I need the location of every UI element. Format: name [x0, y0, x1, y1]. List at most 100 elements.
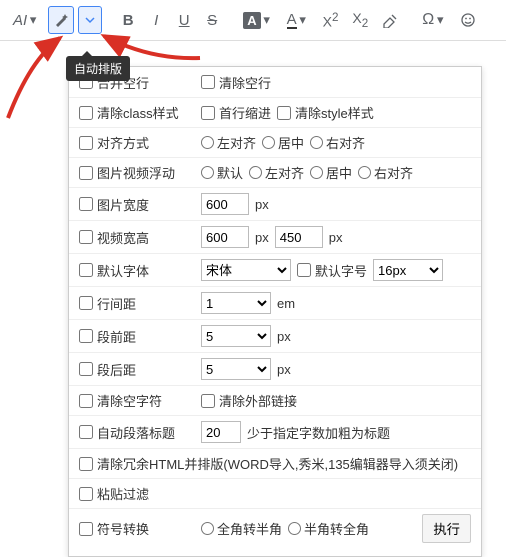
label: 清除冗余HTML并排版(WORD导入,秀米,135编辑器导入须关闭): [97, 454, 458, 473]
input-auto-heading[interactable]: [201, 421, 241, 443]
label: 全角转半角: [217, 519, 282, 538]
unit-px: px: [255, 230, 269, 245]
chevron-down-icon: ▾: [27, 12, 39, 28]
chk-clear-style[interactable]: 清除style样式: [277, 103, 374, 122]
input-img-width[interactable]: [201, 193, 249, 215]
font-color-icon: A: [287, 11, 297, 29]
emoji-button[interactable]: [455, 6, 481, 34]
label: 默认: [217, 163, 243, 182]
chk-clear-ext-link[interactable]: 清除外部链接: [201, 391, 297, 410]
label: 粘贴过滤: [97, 484, 149, 503]
subscript-icon: X2: [352, 10, 368, 30]
superscript-button[interactable]: X2: [318, 6, 344, 34]
clear-format-button[interactable]: [377, 6, 403, 34]
chk-auto-heading[interactable]: 自动段落标题: [79, 423, 183, 442]
strike-button[interactable]: S: [200, 6, 224, 34]
rad-align-right[interactable]: 右对齐: [310, 133, 365, 152]
rad-align-left[interactable]: 左对齐: [201, 133, 256, 152]
label: 清除空字符: [97, 391, 162, 410]
symbol-button[interactable]: Ω▾: [417, 6, 451, 34]
chevron-down-icon: ▾: [434, 12, 446, 28]
superscript-icon: X2: [323, 11, 339, 30]
ai-label: AI: [13, 12, 27, 29]
auto-format-panel: 合并空行 清除空行 清除class样式 首行缩进 清除style样式 对齐方式 …: [68, 66, 482, 557]
label: 右对齐: [326, 133, 365, 152]
input-video-h[interactable]: [275, 226, 323, 248]
execute-button[interactable]: 执行: [422, 514, 471, 543]
chk-video-wh[interactable]: 视频宽高: [79, 228, 183, 247]
rad-half2full[interactable]: 半角转全角: [288, 519, 369, 538]
editor-toolbar: AI▾ B I U S A▾ A▾ X2 X2 Ω▾: [0, 0, 506, 41]
rad-float-right[interactable]: 右对齐: [358, 163, 413, 182]
underline-icon: U: [179, 12, 190, 29]
row-clear-char-link: 清除空字符 清除外部链接: [69, 385, 481, 415]
ai-button[interactable]: AI▾: [8, 6, 44, 34]
chk-p-after[interactable]: 段后距: [79, 360, 183, 379]
italic-button[interactable]: I: [144, 6, 168, 34]
label: 清除class样式: [97, 103, 179, 122]
unit-px: px: [277, 329, 291, 344]
subscript-button[interactable]: X2: [347, 6, 373, 34]
chk-def-font[interactable]: 默认字体: [79, 261, 183, 280]
label: 右对齐: [374, 163, 413, 182]
auto-heading-hint: 少于指定字数加粗为标题: [247, 423, 390, 442]
chevron-down-icon: [85, 15, 95, 25]
font-color-button[interactable]: A▾: [282, 6, 314, 34]
chk-line-height[interactable]: 行间距: [79, 294, 183, 313]
chk-clear-empty[interactable]: 清除空行: [201, 73, 271, 92]
chk-clean-html[interactable]: 清除冗余HTML并排版(WORD导入,秀米,135编辑器导入须关闭): [79, 454, 458, 473]
label: 清除style样式: [295, 103, 374, 122]
bold-button[interactable]: B: [116, 6, 140, 34]
label: 视频宽高: [97, 228, 149, 247]
select-line-height[interactable]: 1: [201, 292, 271, 314]
select-p-before[interactable]: 5: [201, 325, 271, 347]
row-media-float: 图片视频浮动 默认 左对齐 居中 右对齐: [69, 157, 481, 187]
chk-sym-convert[interactable]: 符号转换: [79, 519, 183, 538]
input-video-w[interactable]: [201, 226, 249, 248]
chk-clear-class[interactable]: 清除class样式: [79, 103, 183, 122]
label: 图片视频浮动: [97, 163, 175, 182]
smile-icon: [460, 12, 476, 28]
row-default-font: 默认字体 宋体 默认字号 16px: [69, 253, 481, 286]
chk-def-size[interactable]: 默认字号: [297, 261, 367, 280]
row-auto-heading: 自动段落标题 少于指定字数加粗为标题: [69, 415, 481, 448]
label: 符号转换: [97, 519, 149, 538]
row-sym-convert: 符号转换 全角转半角 半角转全角 执行: [69, 508, 481, 548]
row-p-before: 段前距 5 px: [69, 319, 481, 352]
select-p-after[interactable]: 5: [201, 358, 271, 380]
label: 首行缩进: [219, 103, 271, 122]
label: 半角转全角: [304, 519, 369, 538]
rad-float-center[interactable]: 居中: [310, 163, 352, 182]
auto-format-dropdown[interactable]: [78, 6, 102, 34]
row-paste-filter: 粘贴过滤: [69, 478, 481, 508]
chk-media-float[interactable]: 图片视频浮动: [79, 163, 183, 182]
row-align: 对齐方式 左对齐 居中 右对齐: [69, 127, 481, 157]
rad-float-left[interactable]: 左对齐: [249, 163, 304, 182]
unit-px: px: [277, 362, 291, 377]
eraser-icon: [382, 12, 398, 28]
chk-img-width[interactable]: 图片宽度: [79, 195, 183, 214]
label: 段后距: [97, 360, 136, 379]
select-def-size[interactable]: 16px: [373, 259, 443, 281]
underline-button[interactable]: U: [172, 6, 196, 34]
rad-align-center[interactable]: 居中: [262, 133, 304, 152]
label: 清除空行: [219, 73, 271, 92]
chk-align[interactable]: 对齐方式: [79, 133, 183, 152]
rad-float-default[interactable]: 默认: [201, 163, 243, 182]
highlight-button[interactable]: A▾: [238, 6, 277, 34]
label: 图片宽度: [97, 195, 149, 214]
chk-clear-null-char[interactable]: 清除空字符: [79, 391, 183, 410]
chk-first-indent[interactable]: 首行缩进: [201, 103, 271, 122]
italic-icon: I: [154, 12, 158, 29]
chk-p-before[interactable]: 段前距: [79, 327, 183, 346]
label: 对齐方式: [97, 133, 149, 152]
select-def-font[interactable]: 宋体: [201, 259, 291, 281]
row-img-width: 图片宽度 px: [69, 187, 481, 220]
label: 左对齐: [217, 133, 256, 152]
row-line-height: 行间距 1 em: [69, 286, 481, 319]
auto-format-button[interactable]: [48, 6, 74, 34]
chk-paste-filter[interactable]: 粘贴过滤: [79, 484, 183, 503]
rad-full2half[interactable]: 全角转半角: [201, 519, 282, 538]
chevron-down-icon: ▾: [261, 12, 273, 28]
label: 段前距: [97, 327, 136, 346]
